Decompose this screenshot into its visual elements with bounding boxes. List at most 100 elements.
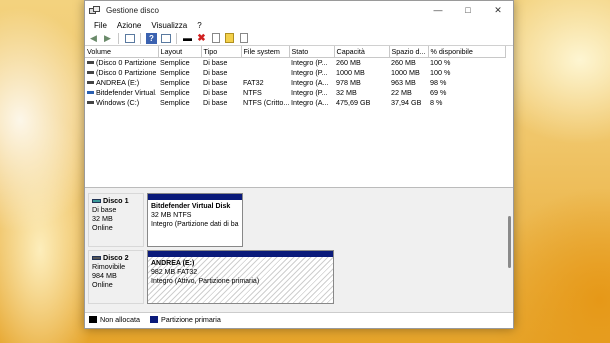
volume-layout: Semplice [160,87,190,97]
check-icon[interactable] [211,33,220,43]
virtual-disk-volume-icon [87,90,94,94]
volume-capacity: 475,69 GB [336,97,371,107]
forward-arrow-icon[interactable]: ▶ [102,33,113,44]
volume-fs [241,67,289,77]
minimize-button[interactable]: — [423,1,453,19]
col-percent[interactable]: % disponibile [428,46,506,58]
volume-capacity: 978 MB [336,77,361,87]
primary-partition-swatch [149,316,158,323]
col-stato[interactable]: Stato [289,46,335,58]
properties-icon[interactable] [160,33,171,43]
volume-percent: 8 % [430,97,443,107]
maximize-button[interactable]: □ [453,1,483,19]
volume-percent: 69 % [430,87,447,97]
volume-percent: 100 % [430,67,451,77]
delete-icon[interactable]: ✖ [196,33,207,44]
menu-visualizza[interactable]: Visualizza [146,21,192,30]
table-row[interactable]: ANDREA (E:) Semplice Di base FAT32 Integ… [85,77,505,87]
partition-block[interactable]: ANDREA (E:) 982 MB FAT32 Integro (Attivo… [147,250,334,304]
volume-layout: Semplice [160,67,190,77]
list-view-icon[interactable] [124,33,135,43]
disk-volume-icon [87,60,94,64]
col-layout[interactable]: Layout [158,46,202,58]
volume-percent: 100 % [430,57,451,67]
connect-disk-icon[interactable]: ▬ [182,33,193,44]
disk-type: Di base [92,205,117,214]
col-tipo[interactable]: Tipo [201,46,242,58]
partition-detail: 982 MB FAT32 [151,269,198,276]
disk-size: 32 MB [92,214,113,223]
disk-type: Rimovibile [92,262,126,271]
help-icon[interactable]: ? [146,32,157,44]
volume-list: Volume Layout Tipo File system Stato Cap… [85,46,513,188]
partition-state: Integro (Partizione dati di ba [151,221,239,228]
menu-help[interactable]: ? [192,21,206,30]
volume-fs: NTFS [243,87,262,97]
disk-row-1: Disco 1 Di base 32 MB Online Bitdefender… [88,193,510,247]
legend-unallocated: Non allocata [100,315,140,324]
back-arrow-icon[interactable]: ◀ [88,33,99,44]
disk-info-1[interactable]: Disco 1 Di base 32 MB Online [88,193,144,247]
disk-volume-icon [87,100,94,104]
disk-status: Online [92,280,113,289]
volume-name: Windows (C:) [96,97,140,107]
disk-management-window: Gestione disco — □ ✕ File Azione Visuali… [84,0,514,329]
removable-disk-icon [92,255,101,260]
volume-capacity: 1000 MB [336,67,365,77]
vertical-scrollbar[interactable] [508,216,511,268]
disk-volume-icon [87,70,94,74]
volume-type: Di base [203,87,228,97]
volume-layout: Semplice [160,57,190,67]
volume-layout: Semplice [160,97,190,107]
table-header: Volume Layout Tipo File system Stato Cap… [85,46,506,58]
partition-detail: 32 MB NTFS [151,212,192,219]
title-bar: Gestione disco — □ ✕ [85,1,513,19]
partition-name: ANDREA (E:) [151,260,195,267]
disk-info-2[interactable]: Disco 2 Rimovibile 984 MB Online [88,250,144,304]
toolbar: ◀ ▶ ? ▬ ✖ [85,31,513,46]
legend: Non allocata Partizione primaria [85,312,513,326]
legend-primary: Partizione primaria [160,315,221,324]
partition-name: Bitdefender Virtual Disk [151,203,231,210]
disk-size: 984 MB [92,271,117,280]
col-volume[interactable]: Volume [85,46,159,58]
volume-status: Integro (P... [291,87,328,97]
table-row[interactable]: (Disco 0 Partizione... Semplice Di base … [85,67,505,77]
volume-name: Bitdefender Virtual... [96,87,156,97]
menu-bar: File Azione Visualizza ? [85,19,513,31]
disk-row-2: Disco 2 Rimovibile 984 MB Online ANDREA … [88,250,510,304]
volume-fs [241,57,289,67]
volume-status: Integro (A... [291,77,329,87]
volume-name: (Disco 0 Partizione... [96,67,156,77]
disk-management-app-icon [89,5,101,15]
new-volume-icon[interactable] [239,33,248,43]
volume-free: 1000 MB [391,67,420,77]
volume-free: 22 MB [391,87,412,97]
window-title: Gestione disco [106,5,159,15]
menu-file[interactable]: File [89,21,112,30]
volume-free: 963 MB [391,77,416,87]
volume-name: ANDREA (E:) [96,77,140,87]
volume-percent: 98 % [430,77,447,87]
volume-free: 260 MB [391,57,416,67]
disk-graphical-view: Disco 1 Di base 32 MB Online Bitdefender… [85,188,513,312]
volume-capacity: 32 MB [336,87,357,97]
volume-layout: Semplice [160,77,190,87]
disk-name: Disco 1 [103,196,129,205]
col-capacita[interactable]: Capacità [334,46,390,58]
close-button[interactable]: ✕ [483,1,513,19]
volume-fs: NTFS (Critto... [243,97,289,107]
col-file-system[interactable]: File system [241,46,290,58]
folder-icon[interactable] [225,33,234,43]
table-row[interactable]: Windows (C:) Semplice Di base NTFS (Crit… [85,97,505,107]
table-row[interactable]: Bitdefender Virtual... Semplice Di base … [85,87,505,97]
partition-block[interactable]: Bitdefender Virtual Disk 32 MB NTFS Inte… [147,193,243,247]
volume-type: Di base [203,57,228,67]
menu-azione[interactable]: Azione [112,21,146,30]
table-row[interactable]: (Disco 0 Partizione... Semplice Di base … [85,57,505,67]
volume-type: Di base [203,77,228,87]
volume-capacity: 260 MB [336,57,361,67]
volume-table: Volume Layout Tipo File system Stato Cap… [85,46,506,107]
volume-type: Di base [203,67,228,77]
col-spazio[interactable]: Spazio d... [389,46,429,58]
